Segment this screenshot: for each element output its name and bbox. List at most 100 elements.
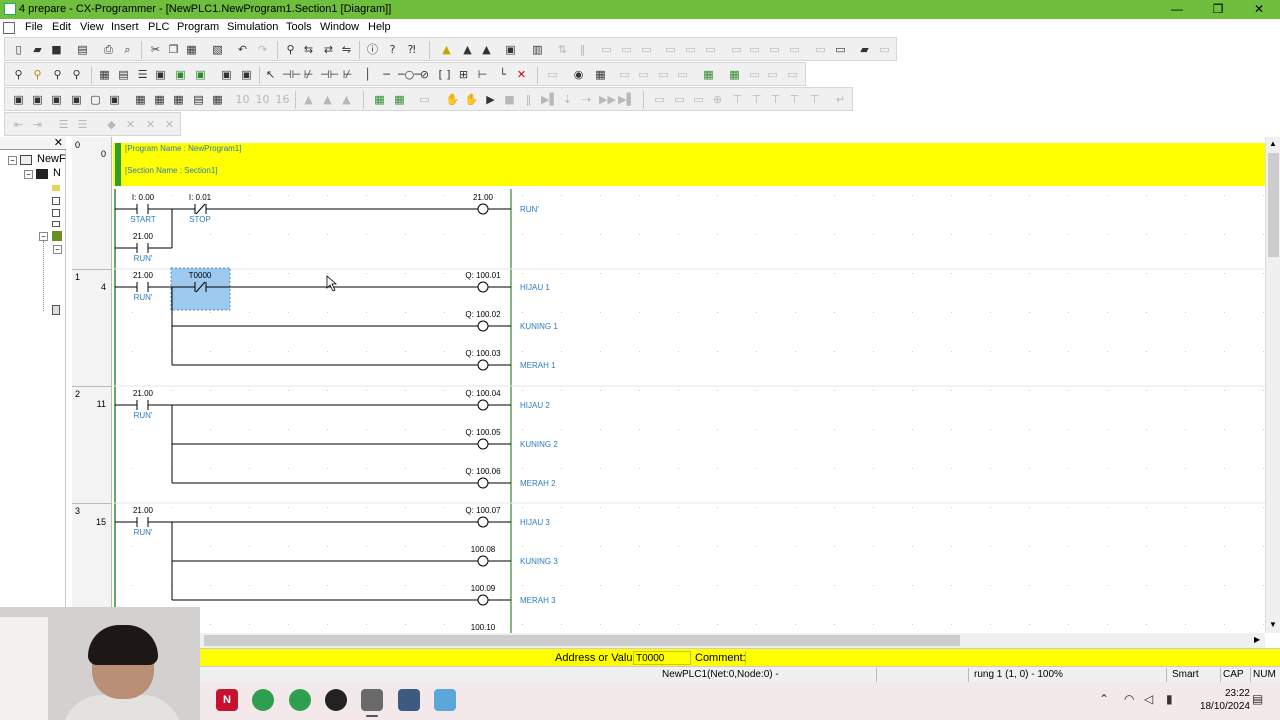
wifi-icon[interactable]: ◠ (1124, 692, 1134, 706)
download-icon[interactable]: ▭ (703, 42, 718, 57)
clock[interactable]: 23:22 18/10/2024 (1200, 687, 1250, 713)
coil-address[interactable]: Q: 100.07 (465, 506, 501, 515)
continuous-step-icon[interactable]: ▶▶ (599, 92, 616, 107)
watch-icon[interactable]: ▣ (49, 92, 64, 107)
mnemonic-view-icon[interactable]: ▣ (193, 67, 208, 82)
address-input[interactable]: T0000 (633, 651, 691, 665)
contact-address[interactable]: 21.00 (133, 271, 154, 280)
grid-icon[interactable]: ▦ (97, 67, 112, 82)
transition-add-icon[interactable]: ✕ (123, 117, 138, 132)
coil-icon[interactable]: ─○─ (398, 67, 421, 82)
coil-nc-icon[interactable]: ⊘ (417, 67, 432, 82)
force-cancel-icon[interactable]: ▭ (656, 67, 671, 82)
expand-icon[interactable]: − (39, 232, 48, 241)
settings-tree-icon[interactable] (52, 209, 60, 217)
break-icon[interactable]: ✋ (445, 92, 460, 107)
coil-address[interactable]: Q: 100.01 (465, 271, 501, 280)
binary-display-icon[interactable]: 10 (235, 92, 250, 107)
online-edit-send-icon[interactable]: ◉ (571, 67, 586, 82)
context-help-icon[interactable]: ⁈ (404, 42, 419, 57)
step-over-icon[interactable]: ⇢ (579, 92, 594, 107)
expand-icon[interactable]: − (53, 245, 62, 254)
work-online-icon[interactable]: ▣ (503, 42, 518, 57)
differential-monitor-icon[interactable]: ▦ (701, 67, 716, 82)
function-blocks-icon[interactable] (52, 305, 60, 315)
warning-icon[interactable]: ▲ (439, 42, 454, 57)
sim-rung-d-icon[interactable]: ⊕ (710, 92, 725, 107)
io-table-icon[interactable]: ▭ (787, 42, 802, 57)
contact-address[interactable]: I: 0.00 (132, 193, 155, 202)
save-icon[interactable]: ■ (49, 42, 64, 57)
trigger-icon[interactable]: ▲ (320, 92, 335, 107)
vertical-scrollbar[interactable]: ▲ ▼ (1265, 137, 1280, 633)
coil-address[interactable]: Q: 100.04 (465, 389, 501, 398)
print-setup-icon[interactable]: ▤ (75, 42, 90, 57)
horizontal-scrollbar[interactable]: ▶ (200, 633, 1265, 648)
scroll-down-icon[interactable]: ▼ (1269, 621, 1277, 629)
undo-icon[interactable]: ↶ (235, 42, 250, 57)
taskbar-app-chrome-2[interactable] (289, 689, 311, 711)
plc-info-icon[interactable]: ▰ (857, 42, 872, 57)
contact-address[interactable]: 21.00 (133, 232, 154, 241)
coil-address[interactable]: 21.00 (473, 193, 494, 202)
scan-run-icon[interactable]: ▶▌ (618, 92, 635, 107)
expand-icon[interactable]: − (24, 170, 33, 179)
monitor-diff-icon[interactable]: ▣ (239, 67, 254, 82)
horizontal-line-icon[interactable]: ─ (379, 67, 394, 82)
coil-address[interactable]: Q: 100.05 (465, 428, 501, 437)
ladder-view-icon[interactable]: ▣ (173, 67, 188, 82)
contact-address[interactable]: 21.00 (133, 389, 154, 398)
horizontal-scroll-thumb[interactable] (204, 635, 960, 646)
ladder-diagram[interactable]: [Program Name : NewProgram1] [Section Na… (113, 137, 1265, 633)
set-icon[interactable]: ▭ (675, 67, 690, 82)
redo-icon[interactable]: ↷ (255, 42, 270, 57)
coil-address[interactable]: Q: 100.02 (465, 310, 501, 319)
menu-insert[interactable]: Insert (111, 21, 139, 33)
select-mode-icon[interactable]: ↖ (263, 67, 278, 82)
battery-icon[interactable]: ▮ (1166, 692, 1173, 706)
vertical-line-icon[interactable]: │ (360, 67, 375, 82)
maximize-button[interactable]: ❐ (1201, 1, 1235, 18)
close-button[interactable]: ✕ (1242, 1, 1276, 18)
forced-status-icon[interactable]: ▭ (833, 42, 848, 57)
time-chart-icon[interactable]: ▭ (747, 67, 762, 82)
help-icon[interactable]: ? (385, 42, 400, 57)
open-folder-icon[interactable]: ▰ (30, 42, 45, 57)
cross-ref-report-icon[interactable]: ▦ (133, 92, 148, 107)
vertical-scroll-thumb[interactable] (1268, 153, 1279, 257)
expand-icon[interactable]: − (8, 156, 17, 165)
zoom-icon[interactable]: ⚲ (11, 67, 26, 82)
taskbar-app-obs[interactable] (325, 689, 347, 711)
programs-icon[interactable] (52, 231, 62, 241)
cross-reference-icon[interactable]: ⇄ (321, 42, 336, 57)
print-preview-icon[interactable]: ⌕ (120, 42, 135, 57)
instruction-icon[interactable]: [ ] (437, 67, 452, 82)
paste-icon[interactable]: ▦ (184, 42, 199, 57)
taskbar-app-tool[interactable] (434, 689, 456, 711)
menu-edit[interactable]: Edit (52, 21, 71, 33)
jump-add-icon[interactable]: ✕ (162, 117, 177, 132)
step-in-icon[interactable]: ⇣ (560, 92, 575, 107)
clock-icon[interactable]: ▭ (767, 42, 782, 57)
tray-chevron-icon[interactable]: ⌃ (1099, 692, 1109, 706)
run-mode-icon[interactable]: ▭ (663, 42, 678, 57)
bit-instruction-icon[interactable]: ⊢ (475, 67, 490, 82)
online-edit-begin-icon[interactable]: ▭ (545, 67, 560, 82)
zoom-out-icon[interactable]: ⚲ (50, 67, 65, 82)
tree-close-icon[interactable]: ✕ (54, 136, 63, 149)
coil-address[interactable]: 100.10 (471, 623, 496, 632)
menu-program[interactable]: Program (177, 21, 219, 33)
find-icon[interactable]: ⚲ (283, 42, 298, 57)
zoom-in-icon[interactable]: ⚲ (30, 67, 45, 82)
coil-address[interactable]: Q: 100.03 (465, 349, 501, 358)
pause-icon[interactable]: ‖ (575, 42, 590, 57)
sim-rung-i-icon[interactable]: ⊤ (807, 92, 822, 107)
menu-file[interactable]: File (25, 21, 43, 33)
sim-rung-a-icon[interactable]: ▭ (652, 92, 667, 107)
rung-comments-icon[interactable]: ☰ (135, 67, 150, 82)
address-reference-tool-icon[interactable]: ▣ (69, 92, 84, 107)
volume-icon[interactable]: ◁ (1144, 692, 1153, 706)
sim-rung-f-icon[interactable]: ⊤ (749, 92, 764, 107)
pause-sim-icon[interactable]: ‖ (521, 92, 536, 107)
tree-item-plc[interactable]: N (53, 167, 61, 179)
